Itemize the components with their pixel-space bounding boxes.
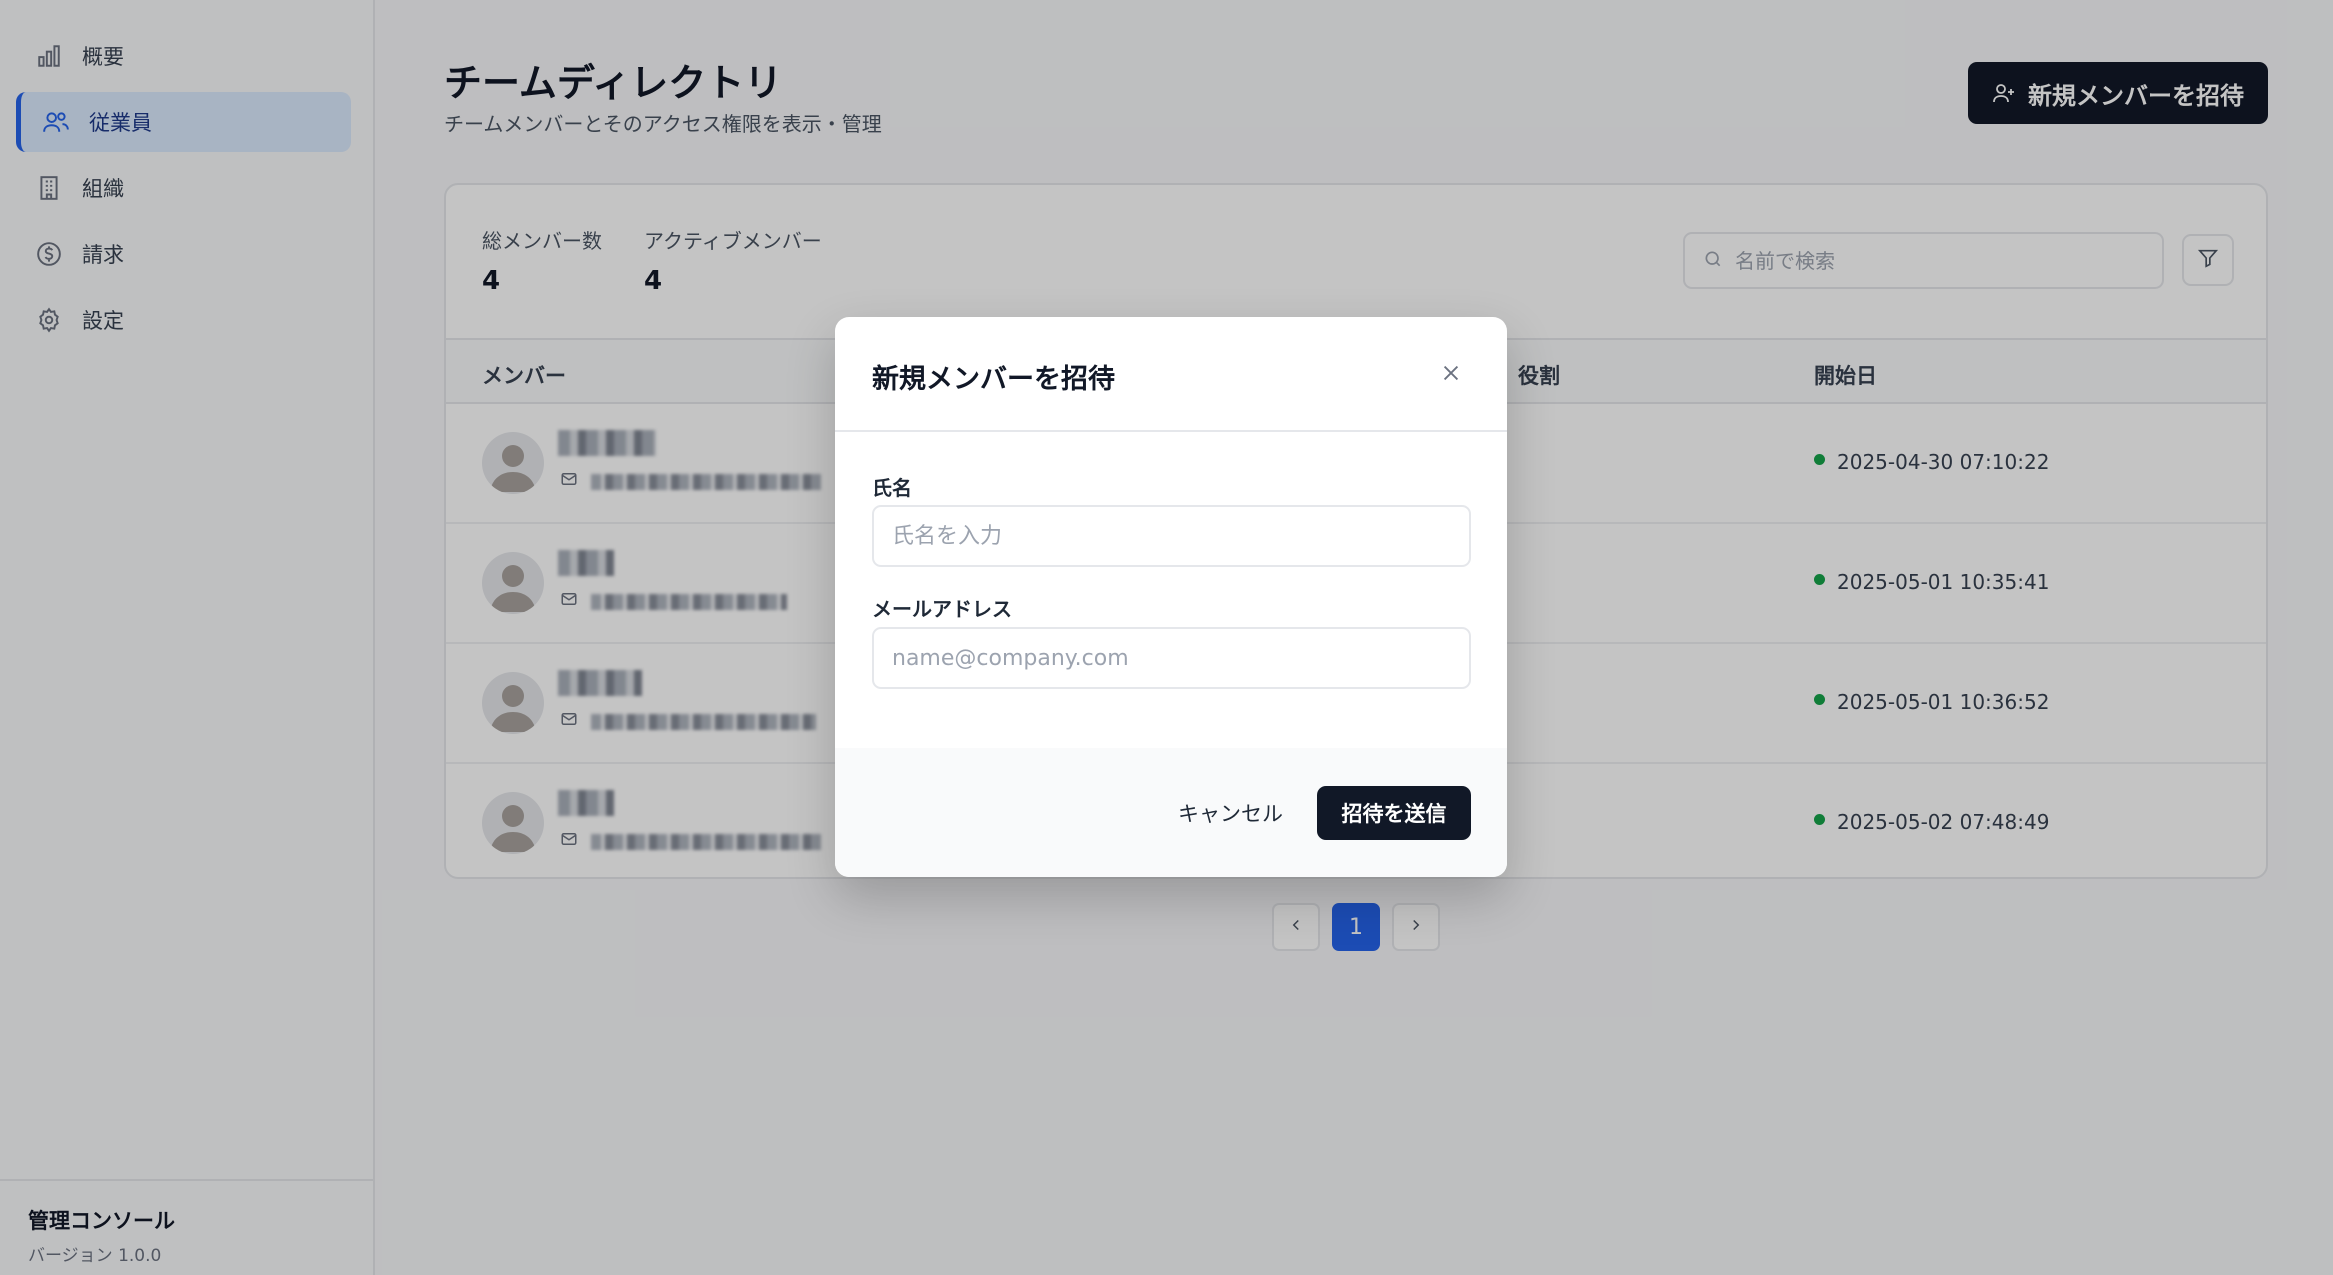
name-field[interactable] [872,505,1471,567]
dialog-footer: キャンセル 招待を送信 [835,748,1507,877]
name-label: 氏名 [872,476,912,500]
email-input[interactable] [892,645,1451,671]
name-input[interactable] [892,523,1451,549]
dialog-header: 新規メンバーを招待 [835,317,1507,432]
dialog-title: 新規メンバーを招待 [872,364,1115,395]
close-button[interactable] [1435,359,1467,391]
close-icon [1440,362,1462,388]
email-field[interactable] [872,627,1471,689]
send-invite-button[interactable]: 招待を送信 [1317,786,1471,840]
cancel-button[interactable]: キャンセル [1158,786,1303,840]
invite-member-dialog: 新規メンバーを招待 氏名 メールアドレス キャンセル 招待を送信 [835,317,1507,877]
email-label: メールアドレス [872,597,1012,621]
